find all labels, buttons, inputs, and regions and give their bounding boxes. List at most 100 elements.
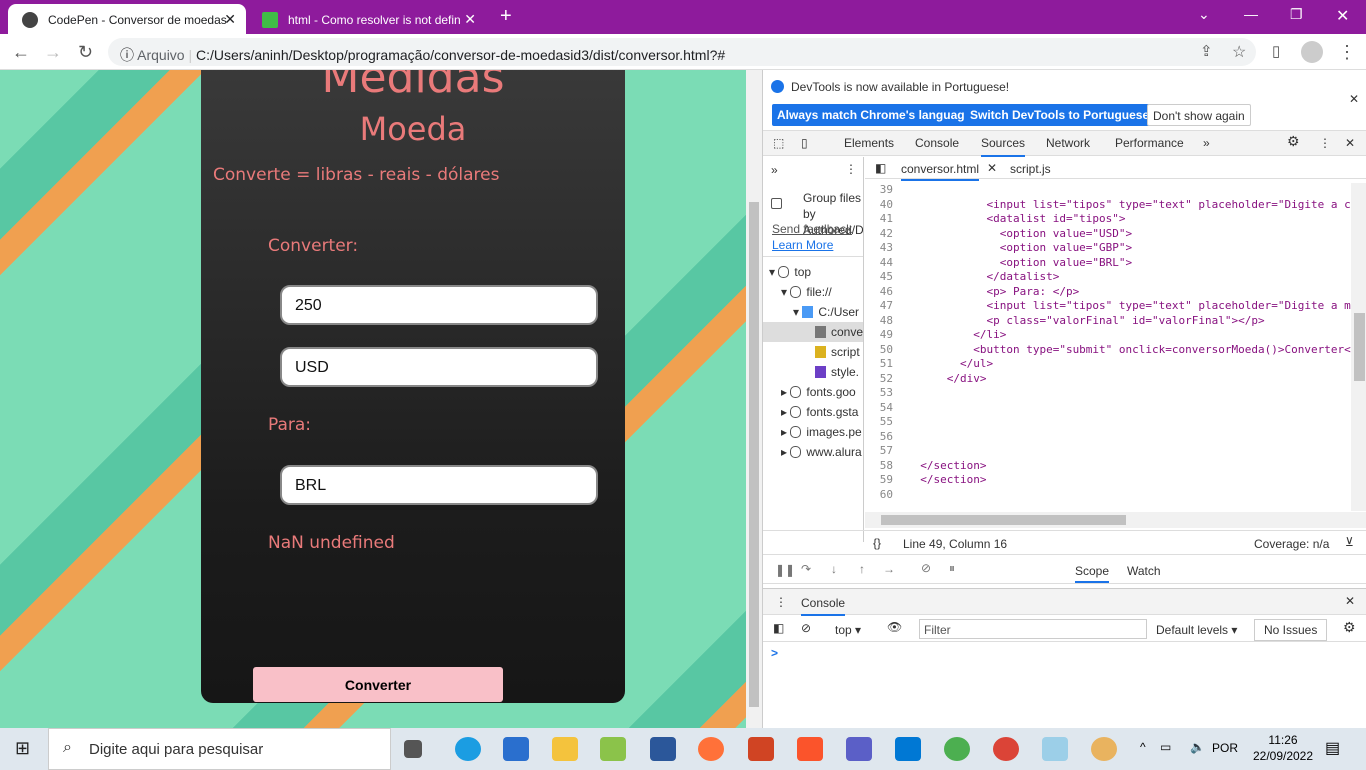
code-line[interactable]: 45 </datalist> — [865, 270, 1351, 285]
match-language-button[interactable]: Always match Chrome's language — [772, 104, 977, 126]
tab-elements[interactable]: Elements — [844, 136, 894, 150]
code-editor[interactable]: 39 40 <input list="tipos" type="text" pla… — [865, 183, 1351, 511]
more-tabs-icon[interactable]: » — [1203, 136, 1210, 150]
line-number[interactable]: 40 — [865, 198, 893, 213]
coverage-icon[interactable]: ⊻ — [1345, 535, 1354, 549]
pause-exceptions-icon[interactable]: ⏸ — [949, 561, 955, 576]
powerpoint-icon[interactable] — [748, 737, 774, 761]
code-line[interactable]: 51 </ul> — [865, 357, 1351, 372]
expand-arrow-icon[interactable]: ▸ — [781, 445, 790, 459]
new-tab-button[interactable]: + — [500, 5, 512, 28]
line-number[interactable]: 52 — [865, 372, 893, 387]
code-line[interactable]: 41 <datalist id="tipos"> — [865, 212, 1351, 227]
tree-item[interactable]: ▾ top — [763, 262, 863, 282]
code-line[interactable]: 49 </li> — [865, 328, 1351, 343]
line-number[interactable]: 57 — [865, 444, 893, 459]
code-line[interactable]: 50 <button type="submit" onclick=convers… — [865, 343, 1351, 358]
live-expression-eye-icon[interactable]: 👁 — [887, 620, 902, 634]
page-scrollbar[interactable] — [746, 70, 762, 728]
line-number[interactable]: 59 — [865, 473, 893, 488]
code-line[interactable]: 53 — [865, 386, 1351, 401]
editor-hscrollbar[interactable] — [865, 512, 1366, 528]
line-number[interactable]: 42 — [865, 227, 893, 242]
language-indicator[interactable]: POR — [1212, 741, 1238, 755]
code-line[interactable]: 56 — [865, 430, 1351, 445]
file-tab-conversor[interactable]: conversor.html — [901, 162, 980, 181]
tab-watch[interactable]: Watch — [1127, 564, 1161, 578]
editor-scrollbar[interactable] — [1351, 183, 1366, 511]
windows-start-icon[interactable]: ⊞ — [15, 738, 30, 759]
bookmark-star-icon[interactable]: ☆ — [1232, 42, 1246, 62]
code-line[interactable]: 39 — [865, 183, 1351, 198]
line-number[interactable]: 48 — [865, 314, 893, 329]
maximize-button[interactable]: ❐ — [1290, 6, 1303, 23]
amount-input[interactable]: 250 — [280, 285, 598, 325]
line-number[interactable]: 55 — [865, 415, 893, 430]
code-line[interactable]: 47 <input list="tipos" type="text" place… — [865, 299, 1351, 314]
vscode-icon[interactable] — [895, 737, 921, 761]
line-number[interactable]: 39 — [865, 183, 893, 198]
line-number[interactable]: 43 — [865, 241, 893, 256]
taskbar-search[interactable]: ⌕ Digite aqui para pesquisar — [48, 728, 391, 770]
back-icon[interactable]: ← — [12, 42, 30, 63]
profile-avatar[interactable] — [1301, 41, 1323, 63]
line-number[interactable]: 54 — [865, 401, 893, 416]
inspect-icon[interactable]: ⬚ — [773, 136, 784, 150]
line-number[interactable]: 47 — [865, 299, 893, 314]
word-icon[interactable] — [650, 737, 676, 761]
tree-item[interactable]: style. — [763, 362, 863, 382]
code-line[interactable]: 54 — [865, 401, 1351, 416]
chrome-active-icon[interactable] — [993, 737, 1019, 761]
toggle-navigator-icon[interactable]: ◧ — [875, 161, 886, 175]
step-out-icon[interactable]: ↑ — [859, 562, 865, 576]
app-icon[interactable] — [600, 737, 626, 761]
expand-arrow-icon[interactable]: ▸ — [781, 425, 790, 439]
tab-sources[interactable]: Sources — [981, 136, 1026, 157]
tab-scope[interactable]: Scope — [1075, 564, 1110, 583]
task-view-icon[interactable] — [404, 740, 422, 758]
file-explorer-icon[interactable] — [552, 737, 578, 761]
tray-chevron-icon[interactable]: ^ — [1140, 740, 1146, 754]
group-files-checkbox[interactable] — [771, 198, 782, 209]
close-window-button[interactable]: ✕ — [1336, 6, 1349, 26]
tab-search-icon[interactable]: ⌄ — [1198, 6, 1210, 23]
line-number[interactable]: 45 — [865, 270, 893, 285]
store-icon[interactable] — [503, 737, 529, 761]
code-line[interactable]: 52 </div> — [865, 372, 1351, 387]
expand-arrow-icon[interactable]: ▾ — [781, 285, 790, 299]
code-line[interactable]: 58 </section> — [865, 459, 1351, 474]
tab-stackoverflow[interactable]: html - Como resolver is not defin ✕ — [248, 4, 486, 34]
learn-more-link[interactable]: Learn More — [772, 238, 833, 252]
share-icon[interactable]: ⇪ — [1200, 42, 1213, 60]
code-line[interactable]: 46 <p> Para: </p> — [865, 285, 1351, 300]
close-infobar-icon[interactable]: ✕ — [1349, 92, 1359, 106]
tree-item[interactable]: ▾ file:// — [763, 282, 863, 302]
from-currency-input[interactable]: USD — [280, 347, 598, 387]
app-icon-2[interactable] — [1042, 737, 1068, 761]
code-line[interactable]: 59 </section> — [865, 473, 1351, 488]
step-over-icon[interactable]: ↷ — [801, 562, 811, 576]
expand-arrow-icon[interactable]: ▸ — [781, 405, 790, 419]
line-number[interactable]: 44 — [865, 256, 893, 271]
line-number[interactable]: 56 — [865, 430, 893, 445]
tree-item[interactable]: ▸ fonts.gsta — [763, 402, 863, 422]
tab-performance[interactable]: Performance — [1115, 136, 1184, 150]
expand-arrow-icon[interactable]: ▾ — [793, 305, 802, 319]
line-number[interactable]: 41 — [865, 212, 893, 227]
device-icon[interactable]: ▯ — [801, 136, 808, 150]
reload-icon[interactable]: ↻ — [78, 42, 93, 63]
chrome-icon[interactable] — [944, 737, 970, 761]
firefox-icon[interactable] — [698, 737, 724, 761]
network-icon[interactable]: ▭ — [1160, 740, 1171, 754]
menu-icon[interactable]: ⋮ — [1338, 42, 1356, 63]
brave-icon[interactable] — [797, 737, 823, 761]
tab-network[interactable]: Network — [1046, 136, 1090, 150]
convert-button[interactable]: Converter — [253, 667, 503, 702]
drawer-menu-icon[interactable]: ⋮ — [775, 595, 787, 609]
code-line[interactable]: 44 <option value="BRL"> — [865, 256, 1351, 271]
send-feedback-link[interactable]: Send feedback — [772, 222, 852, 236]
switch-language-button[interactable]: Switch DevTools to Portuguese — [965, 104, 1155, 126]
tab-console[interactable]: Console — [915, 136, 959, 150]
log-levels-dropdown[interactable]: Default levels ▾ — [1156, 623, 1237, 637]
line-number[interactable]: 51 — [865, 357, 893, 372]
